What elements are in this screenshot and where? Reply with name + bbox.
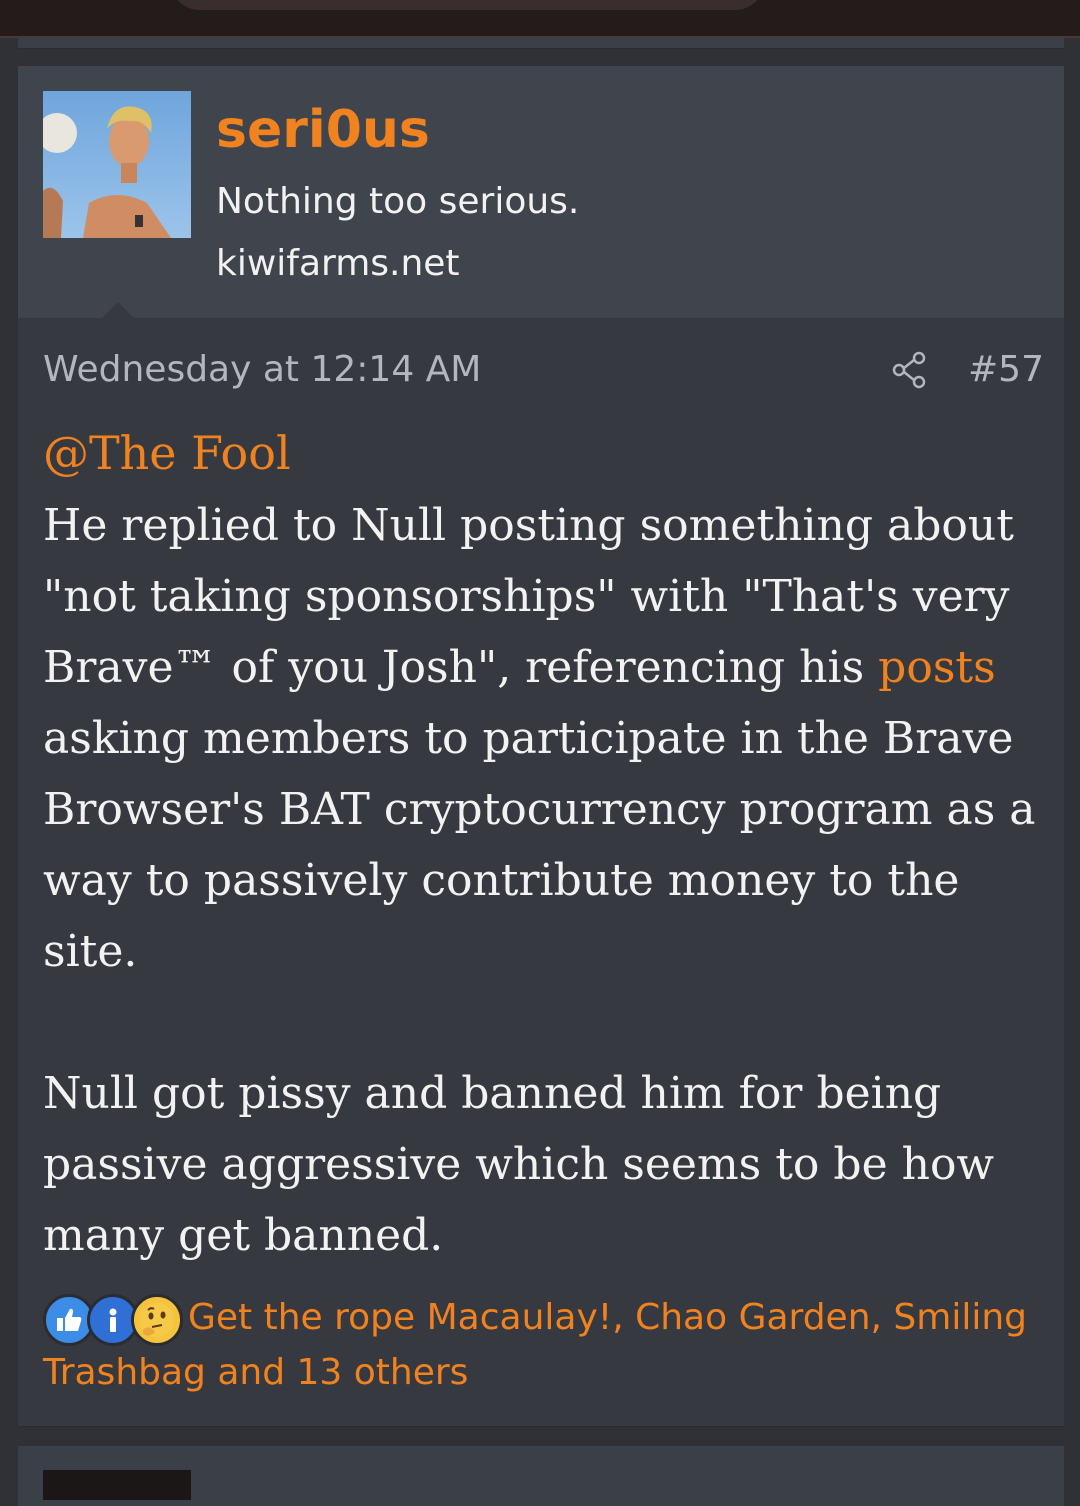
mention-link[interactable]: @The Fool	[43, 428, 291, 478]
post-paragraph-1: He replied to Null posting something abo…	[43, 490, 1053, 987]
next-post-avatar[interactable]	[43, 1470, 191, 1500]
browser-top-bar	[0, 0, 1080, 38]
user-title: Nothing too serious.	[216, 181, 580, 222]
next-post-card	[18, 1446, 1064, 1506]
post-card: seri0us Nothing too serious. kiwifarms.n…	[18, 66, 1064, 1426]
post-user-block: seri0us Nothing too serious. kiwifarms.n…	[18, 66, 1064, 318]
top-bar-pill	[170, 0, 765, 10]
reactions-list-link[interactable]: Get the rope Macaulay!, Chao Garden, Smi…	[43, 1290, 1053, 1400]
user-block-arrow	[102, 302, 134, 318]
post-date-link[interactable]: Wednesday at 12:14 AM	[43, 348, 481, 392]
body-text-segment: He replied to Null posting something abo…	[43, 500, 1014, 693]
share-icon[interactable]	[890, 350, 930, 390]
post-number-link[interactable]: #57	[968, 348, 1044, 392]
post-body: He replied to Null posting something abo…	[43, 490, 1053, 1271]
user-banner: kiwifarms.net	[216, 243, 460, 284]
previous-post-edge	[18, 38, 1064, 49]
avatar[interactable]	[43, 91, 191, 238]
username-link[interactable]: seri0us	[216, 100, 430, 160]
body-text-segment: asking members to participate in the Bra…	[43, 713, 1036, 977]
post-paragraph-2: Null got pissy and banned him for being …	[43, 1068, 995, 1261]
posts-link[interactable]: posts	[878, 642, 996, 693]
